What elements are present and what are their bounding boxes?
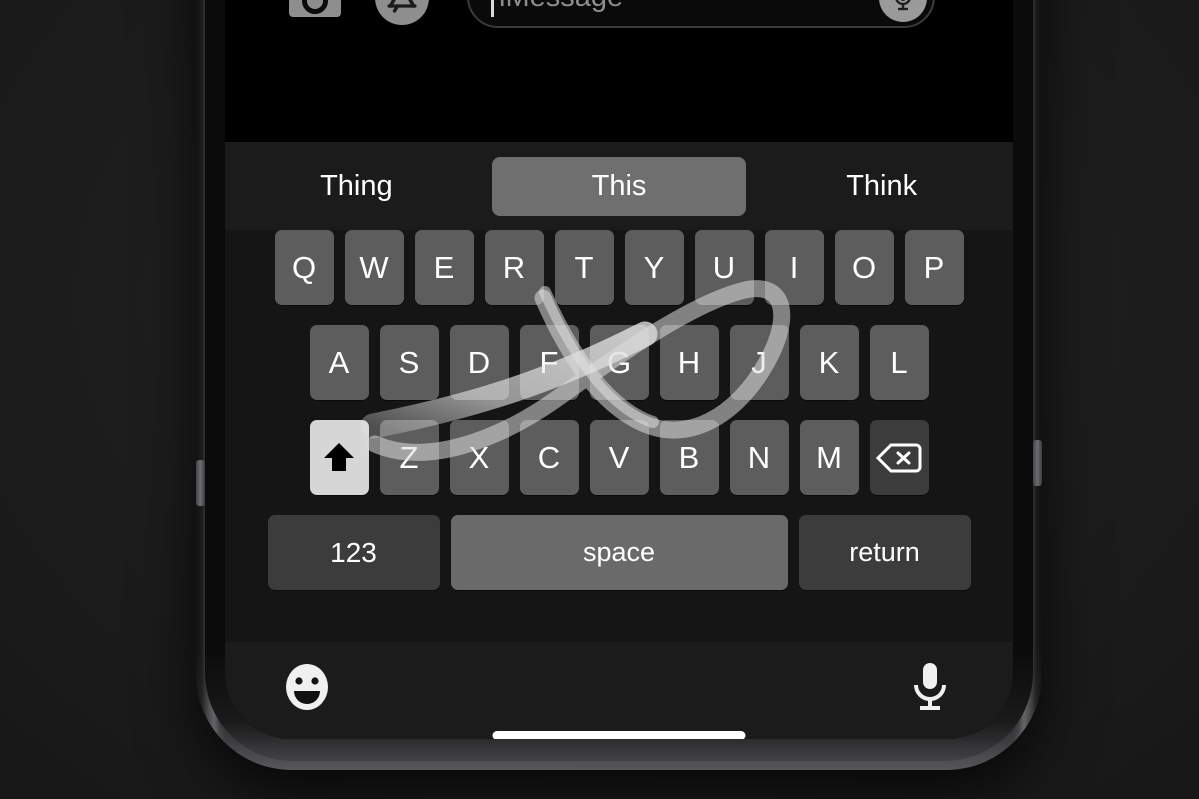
key-t[interactable]: T xyxy=(554,230,614,305)
key-q[interactable]: Q xyxy=(274,230,334,305)
keyboard-dictation-button[interactable] xyxy=(909,660,951,714)
dictation-button[interactable] xyxy=(879,0,927,22)
predictive-text-bar: Thing This Think xyxy=(225,142,1013,230)
emoji-smiley-icon xyxy=(286,664,328,710)
key-w[interactable]: W xyxy=(344,230,404,305)
camera-button[interactable] xyxy=(287,0,343,21)
key-c[interactable]: C xyxy=(519,420,579,495)
key-row-2: A S D F G H J K L xyxy=(225,325,1013,400)
imessage-placeholder: iMessage xyxy=(499,0,623,26)
key-row-3: Z X C V B N M xyxy=(225,420,1013,495)
key-l[interactable]: L xyxy=(869,325,929,400)
key-m[interactable]: M xyxy=(799,420,859,495)
camera-icon xyxy=(289,0,341,17)
microphone-icon xyxy=(914,663,946,710)
key-x[interactable]: X xyxy=(449,420,509,495)
volume-button[interactable] xyxy=(196,460,205,506)
key-u[interactable]: U xyxy=(694,230,754,305)
app-store-icon xyxy=(387,0,417,13)
key-j[interactable]: J xyxy=(729,325,789,400)
message-input-field[interactable]: iMessage xyxy=(467,0,935,28)
key-row-1: Q W E R T Y U I O P xyxy=(225,230,1013,305)
power-button[interactable] xyxy=(1033,440,1042,486)
backspace-delete-icon xyxy=(876,443,922,472)
key-rows: Q W E R T Y U I O P A S D F G H J K L Z … xyxy=(225,230,1013,610)
key-o[interactable]: O xyxy=(834,230,894,305)
key-f[interactable]: F xyxy=(519,325,579,400)
return-key[interactable]: return xyxy=(798,515,971,590)
key-y[interactable]: Y xyxy=(624,230,684,305)
key-s[interactable]: S xyxy=(379,325,439,400)
microphone-icon xyxy=(895,0,911,11)
suggestion-2[interactable]: Think xyxy=(754,157,1009,216)
scene: OK, got it. See ya there. xyxy=(0,0,1199,799)
home-indicator[interactable] xyxy=(492,731,746,739)
key-k[interactable]: K xyxy=(799,325,859,400)
keyboard: Thing This Think Q W E R T Y U I O P A S… xyxy=(225,142,1013,739)
numeric-key[interactable]: 123 xyxy=(267,515,440,590)
app-store-button[interactable] xyxy=(375,0,429,25)
text-caret xyxy=(491,0,494,17)
shift-key[interactable] xyxy=(309,420,369,495)
key-row-4: 123 space return xyxy=(225,515,1013,590)
key-a[interactable]: A xyxy=(309,325,369,400)
key-d[interactable]: D xyxy=(449,325,509,400)
key-z[interactable]: Z xyxy=(379,420,439,495)
key-r[interactable]: R xyxy=(484,230,544,305)
key-b[interactable]: B xyxy=(659,420,719,495)
backspace-key[interactable] xyxy=(869,420,929,495)
key-g[interactable]: G xyxy=(589,325,649,400)
conversation-area: OK, got it. See ya there. xyxy=(225,0,1013,142)
key-e[interactable]: E xyxy=(414,230,474,305)
shift-arrow-icon xyxy=(324,442,354,471)
key-n[interactable]: N xyxy=(729,420,789,495)
key-v[interactable]: V xyxy=(589,420,649,495)
input-toolbar: iMessage xyxy=(225,0,1013,40)
space-key[interactable]: space xyxy=(450,515,788,590)
key-p[interactable]: P xyxy=(904,230,964,305)
emoji-button[interactable] xyxy=(282,662,332,712)
accessory-row xyxy=(225,642,1013,739)
key-i[interactable]: I xyxy=(764,230,824,305)
phone-screen: OK, got it. See ya there. xyxy=(225,0,1013,739)
key-h[interactable]: H xyxy=(659,325,719,400)
suggestion-0[interactable]: Thing xyxy=(229,157,484,216)
suggestion-1[interactable]: This xyxy=(491,156,747,216)
